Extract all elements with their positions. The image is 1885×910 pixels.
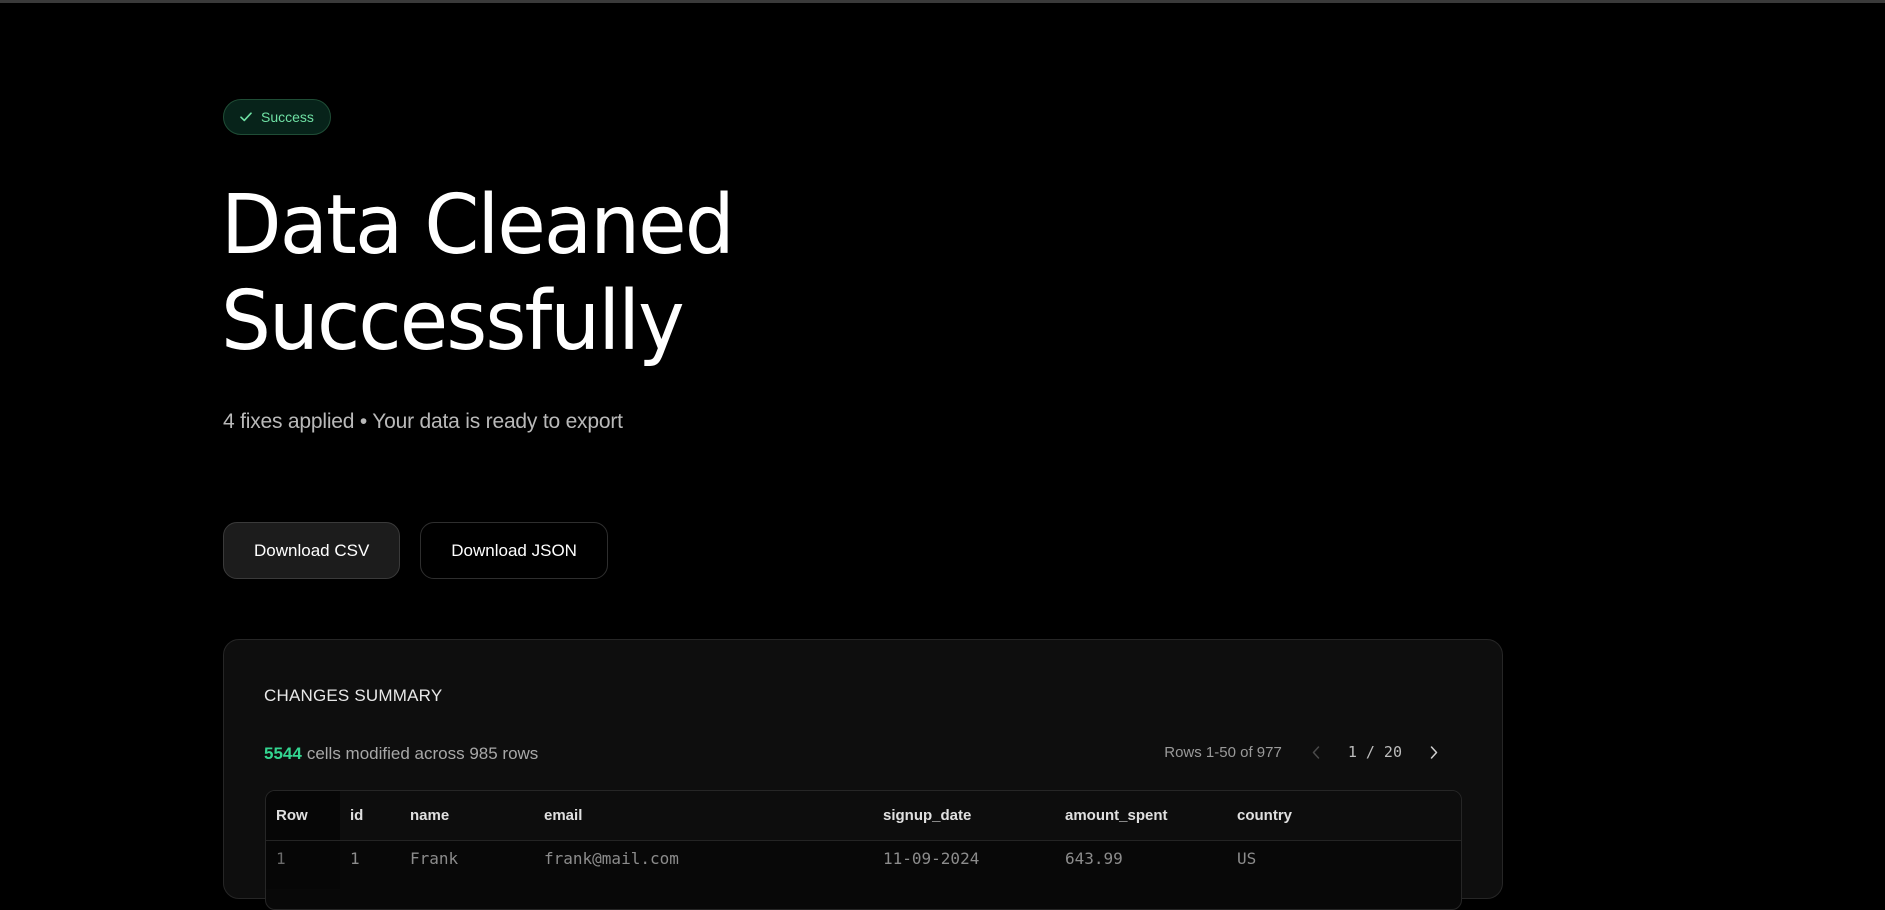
changes-table: Row id name email signup_date amount_spe… <box>265 790 1462 910</box>
column-header-id: id <box>340 791 400 841</box>
pagination: Rows 1-50 of 977 1 / 20 <box>1164 742 1444 762</box>
changes-summary-card: CHANGES SUMMARY 5544 cells modified acros… <box>223 639 1503 910</box>
modified-cells-text: cells modified across 985 rows <box>306 744 539 763</box>
chevron-left-icon[interactable] <box>1306 742 1326 762</box>
page-title-line1: Data Cleaned <box>221 178 735 273</box>
column-header-name: name <box>400 791 534 841</box>
cell-country: US <box>1237 849 1257 868</box>
download-actions: Download CSV Download JSON <box>223 522 608 579</box>
success-badge-label: Success <box>261 109 314 125</box>
cell-signup-date: 11-09-2024 <box>883 849 980 868</box>
cell-email: frank@mail.com <box>544 849 679 868</box>
page-indicator: 1 / 20 <box>1347 743 1402 761</box>
modified-cells-count: 5544 <box>264 744 302 763</box>
chevron-right-icon[interactable] <box>1424 742 1444 762</box>
results-page: Success Data Cleaned Successfully 4 fixe… <box>221 0 1503 910</box>
cell-amount-spent: 643.99 <box>1065 849 1123 868</box>
rows-range: Rows 1-50 of 977 <box>1164 743 1282 761</box>
success-badge: Success <box>223 99 331 135</box>
column-header-amount-spent: amount_spent <box>1055 791 1227 841</box>
download-csv-button[interactable]: Download CSV <box>223 522 401 579</box>
check-icon <box>240 112 252 122</box>
changes-summary-title: CHANGES SUMMARY <box>264 686 443 705</box>
cell-name: Frank <box>410 849 459 868</box>
cell-id: 1 <box>350 849 360 868</box>
column-header-row: Row <box>266 791 340 841</box>
download-json-button[interactable]: Download JSON <box>420 522 608 579</box>
table-row: 1 1 Frank frank@mail.com 11-09-2024 643.… <box>266 840 1461 889</box>
column-header-signup-date: signup_date <box>873 791 1055 841</box>
page-title: Data Cleaned Successfully <box>221 178 735 370</box>
modified-cells-summary: 5544 cells modified across 985 rows <box>264 744 538 764</box>
table-header-row: Row id name email signup_date amount_spe… <box>266 791 1461 841</box>
column-header-email: email <box>534 791 873 841</box>
column-header-country: country <box>1227 791 1461 841</box>
cell-row: 1 <box>266 840 340 889</box>
page-subtitle: 4 fixes applied • Your data is ready to … <box>223 410 623 433</box>
page-title-line2: Successfully <box>221 274 685 369</box>
